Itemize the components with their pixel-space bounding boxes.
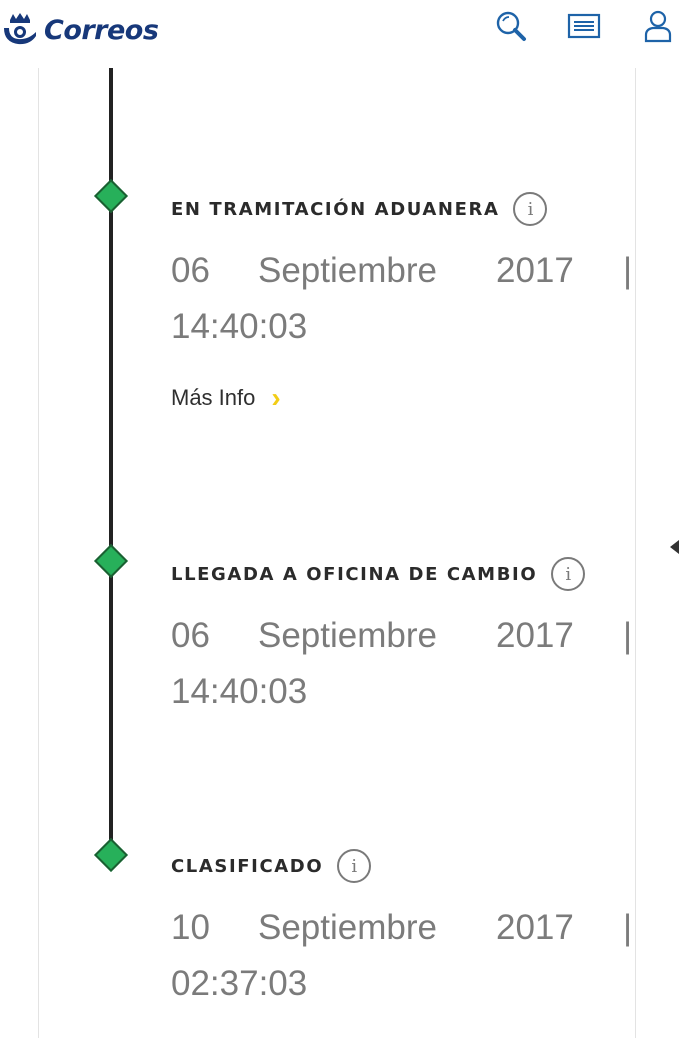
date-separator: | — [623, 908, 633, 947]
event-time: 02:37:03 — [171, 964, 308, 1003]
event-day: 06 — [171, 251, 210, 290]
app-header: Correos — [0, 0, 679, 68]
event-year: 2017 — [496, 251, 574, 290]
event-day: 06 — [171, 616, 210, 655]
tracking-event: LLEGADA A OFICINA DE CAMBIO i 06 Septiem… — [171, 554, 641, 720]
event-date: 06 Septiembre 2017 | — [171, 608, 633, 664]
info-icon[interactable]: i — [551, 557, 586, 591]
event-date: 10 Septiembre 2017 | — [171, 900, 633, 956]
event-status: EN TRAMITACIÓN ADUANERA — [171, 198, 500, 220]
list-icon[interactable] — [564, 6, 604, 46]
brand-name: Correos — [44, 14, 159, 46]
correos-logo[interactable]: Correos — [0, 6, 159, 54]
info-icon[interactable]: i — [513, 192, 548, 226]
more-info-link[interactable]: Más Info › — [171, 382, 641, 413]
event-time: 14:40:03 — [171, 307, 308, 346]
tracking-event: CLASIFICADO i 10 Septiembre 2017 | 02:37… — [171, 846, 641, 1012]
search-icon[interactable] — [491, 6, 531, 46]
event-year: 2017 — [496, 908, 574, 947]
date-separator: | — [623, 251, 633, 290]
date-separator: | — [623, 616, 633, 655]
event-time: 14:40:03 — [171, 672, 308, 711]
event-date: 06 Septiembre 2017 | — [171, 243, 633, 299]
event-month: Septiembre — [258, 908, 437, 947]
crown-horn-icon — [4, 13, 36, 45]
event-day: 10 — [171, 908, 210, 947]
carousel-arrow-icon[interactable] — [670, 540, 679, 554]
event-status: LLEGADA A OFICINA DE CAMBIO — [171, 563, 538, 585]
more-info-label: Más Info — [171, 385, 256, 410]
tracking-event: EN TRAMITACIÓN ADUANERA i 06 Septiembre … — [171, 189, 641, 413]
info-icon[interactable]: i — [337, 849, 372, 883]
event-month: Septiembre — [258, 616, 437, 655]
chevron-right-icon: › — [271, 382, 281, 413]
user-icon[interactable] — [638, 6, 678, 46]
event-status: CLASIFICADO — [171, 855, 324, 877]
event-year: 2017 — [496, 616, 574, 655]
event-month: Septiembre — [258, 251, 437, 290]
